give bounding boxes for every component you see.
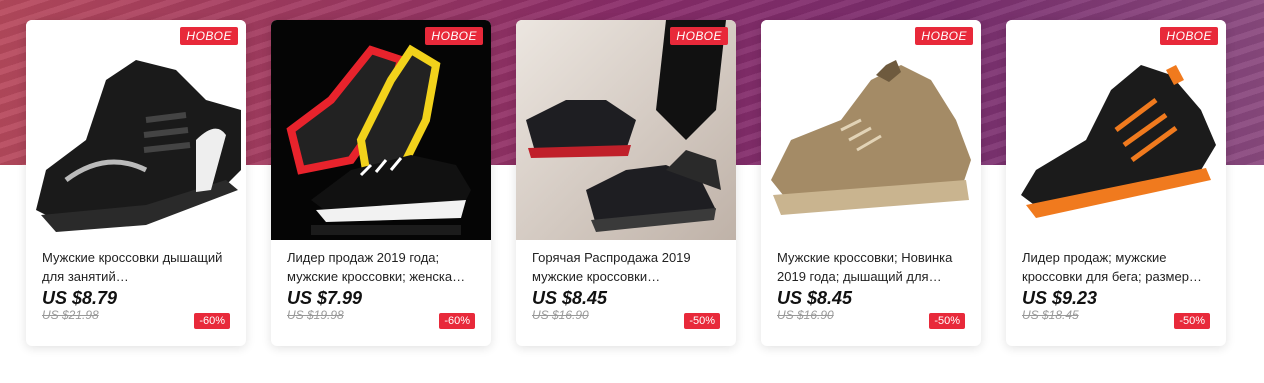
- product-card[interactable]: НОВОЕ Мужские кроссовки; Новинка 2019 го…: [761, 20, 981, 346]
- old-price: US $18.45: [1022, 308, 1079, 322]
- product-title[interactable]: Лидер продаж; мужские кроссовки для бега…: [1022, 248, 1216, 286]
- discount-badge: -60%: [439, 313, 475, 329]
- product-title[interactable]: Мужские кроссовки; Новинка 2019 года; ды…: [777, 248, 971, 286]
- product-price: US $8.79: [42, 288, 118, 308]
- product-image[interactable]: НОВОЕ: [761, 20, 981, 240]
- product-title[interactable]: Лидер продаж 2019 года; мужские кроссовк…: [287, 248, 481, 286]
- discount-badge: -50%: [684, 313, 720, 329]
- product-card[interactable]: НОВОЕ Лидер продаж 2019 года; мужские кр…: [271, 20, 491, 346]
- new-badge: НОВОЕ: [425, 27, 483, 45]
- product-title[interactable]: Горячая Распродажа 2019 мужские кроссовк…: [532, 248, 726, 286]
- product-image[interactable]: НОВОЕ: [516, 20, 736, 240]
- product-card[interactable]: НОВОЕ Мужские кроссовки дышащий для заня…: [26, 20, 246, 346]
- new-badge: НОВОЕ: [1160, 27, 1218, 45]
- product-image[interactable]: НОВОЕ: [1006, 20, 1226, 240]
- product-title[interactable]: Мужские кроссовки дышащий для занятий…: [42, 248, 236, 286]
- new-badge: НОВОЕ: [915, 27, 973, 45]
- product-card[interactable]: НОВОЕ Лидер продаж; мужские кроссовки дл…: [1006, 20, 1226, 346]
- old-price: US $16.90: [777, 308, 834, 322]
- old-price: US $21.98: [42, 308, 99, 322]
- product-row: НОВОЕ Мужские кроссовки дышащий для заня…: [26, 20, 1226, 346]
- old-price: US $16.90: [532, 308, 589, 322]
- product-price: US $8.45: [532, 288, 608, 308]
- discount-badge: -50%: [929, 313, 965, 329]
- old-price: US $19.98: [287, 308, 344, 322]
- discount-badge: -50%: [1174, 313, 1210, 329]
- discount-badge: -60%: [194, 313, 230, 329]
- product-price: US $8.45: [777, 288, 853, 308]
- product-price: US $7.99: [287, 288, 363, 308]
- product-image[interactable]: НОВОЕ: [271, 20, 491, 240]
- product-image[interactable]: НОВОЕ: [26, 20, 246, 240]
- new-badge: НОВОЕ: [180, 27, 238, 45]
- product-price: US $9.23: [1022, 288, 1098, 308]
- new-badge: НОВОЕ: [670, 27, 728, 45]
- product-card[interactable]: НОВОЕ Горячая Распродажа 2019 мужские кр…: [516, 20, 736, 346]
